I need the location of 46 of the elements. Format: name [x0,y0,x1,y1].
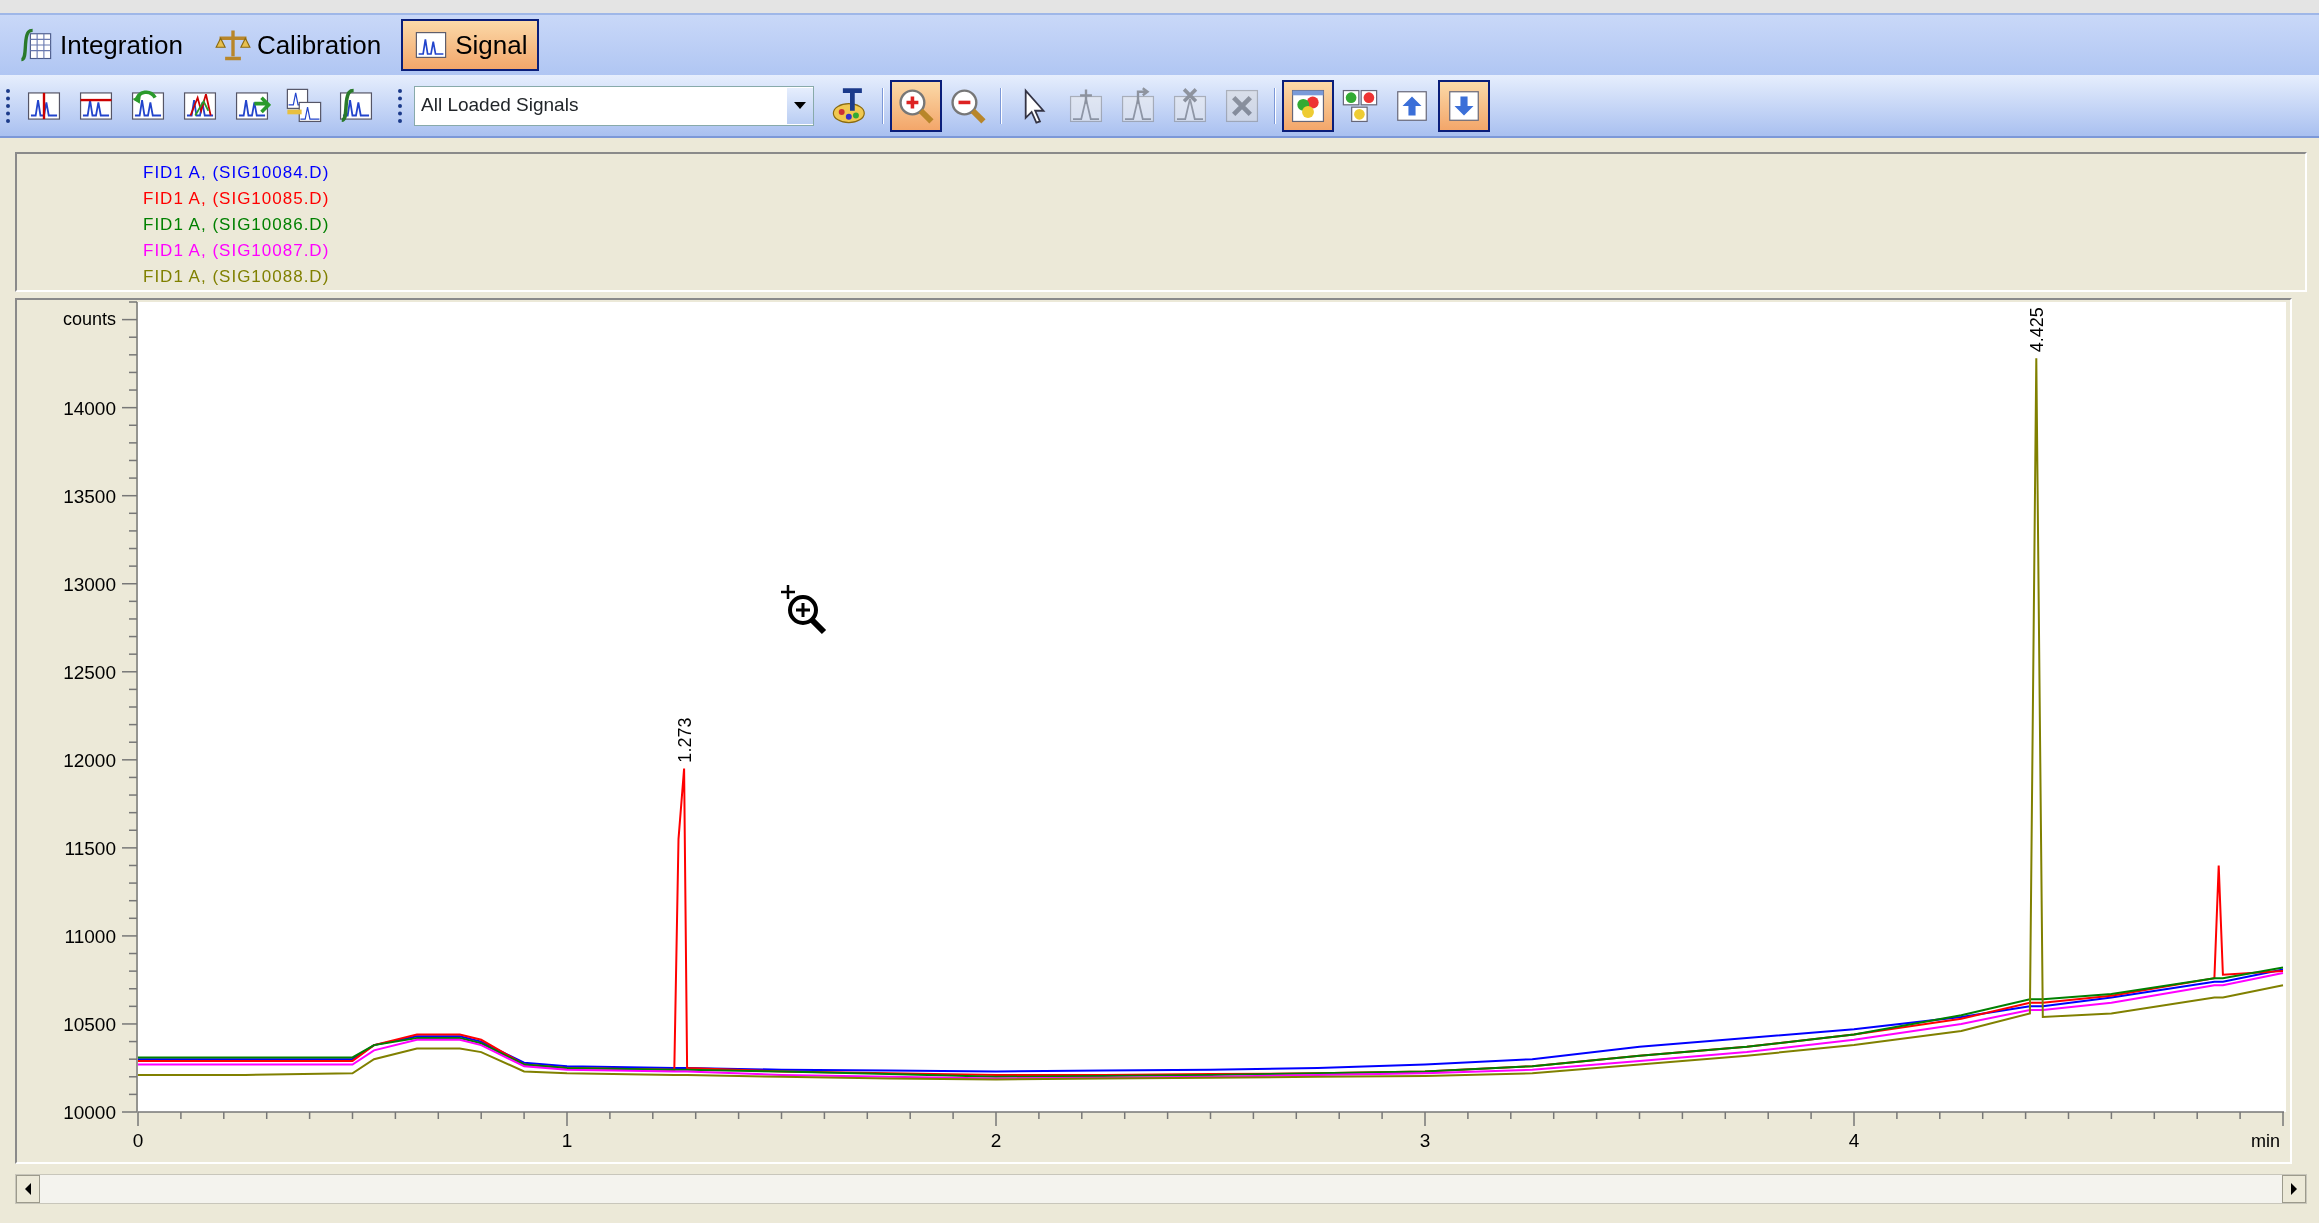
tab[interactable]: Integration [6,19,195,71]
y-tick-label: 10500 [63,1013,116,1035]
right-arrow-icon [2290,1183,2298,1195]
peak-icon [1067,86,1105,125]
toolbar-button[interactable] [1438,79,1490,132]
zoom-in-icon [897,86,935,125]
chart-icon [337,86,375,125]
y-tick-label: 14000 [63,397,116,419]
y-tick-label: 11000 [64,925,116,947]
toolbar-button[interactable] [1282,79,1334,132]
y-tick-label: 12000 [63,749,116,771]
x-tick-label: 4 [1848,1130,1860,1151]
tab[interactable]: Signal [401,19,540,71]
peak-label: 4.425 [2027,307,2048,353]
zoom-cursor-icon [779,583,827,635]
toolbar-button[interactable] [890,79,942,132]
zoom-out-icon [949,86,987,125]
x-tick-label: 3 [1419,1130,1431,1151]
horizontal-scrollbar[interactable] [15,1174,2307,1204]
x-axis-label: min [2251,1131,2280,1151]
y-axis-label: counts [62,309,116,329]
y-tick-label: 10000 [63,1102,116,1123]
x-tick-label: 1 [561,1130,573,1151]
left-arrow-icon [24,1183,32,1195]
chart-icon [285,86,323,125]
peak-icon [1171,86,1209,125]
tab[interactable]: Calibration [202,19,394,71]
legend-entry: FID1 A, (SIG10088.D) [143,267,330,286]
scroll-left-button[interactable] [16,1175,40,1203]
dropdown-arrow-icon [794,102,806,109]
scroll-right-button[interactable] [2282,1175,2306,1203]
y-tick-label: 13000 [63,573,116,595]
y-tick-label: 13500 [63,485,116,507]
x-tick-label: 2 [990,1130,1002,1151]
table-icon [18,27,54,63]
y-tick-label: 11500 [64,837,116,859]
signal-dropdown[interactable]: All Loaded Signals [414,85,814,126]
scale-icon [214,27,251,63]
legend-entry: FID1 A, (SIG10084.D) [143,163,330,182]
legend-entry: FID1 A, (SIG10086.D) [143,215,330,234]
y-tick-label: 12500 [63,661,116,683]
legend-entry: FID1 A, (SIG10087.D) [143,241,330,260]
x-tick-label: 0 [132,1130,144,1151]
peak-icon [1119,86,1157,125]
legend-entry: FID1 A, (SIG10085.D) [143,189,330,208]
peak-label: 1.273 [675,717,696,763]
